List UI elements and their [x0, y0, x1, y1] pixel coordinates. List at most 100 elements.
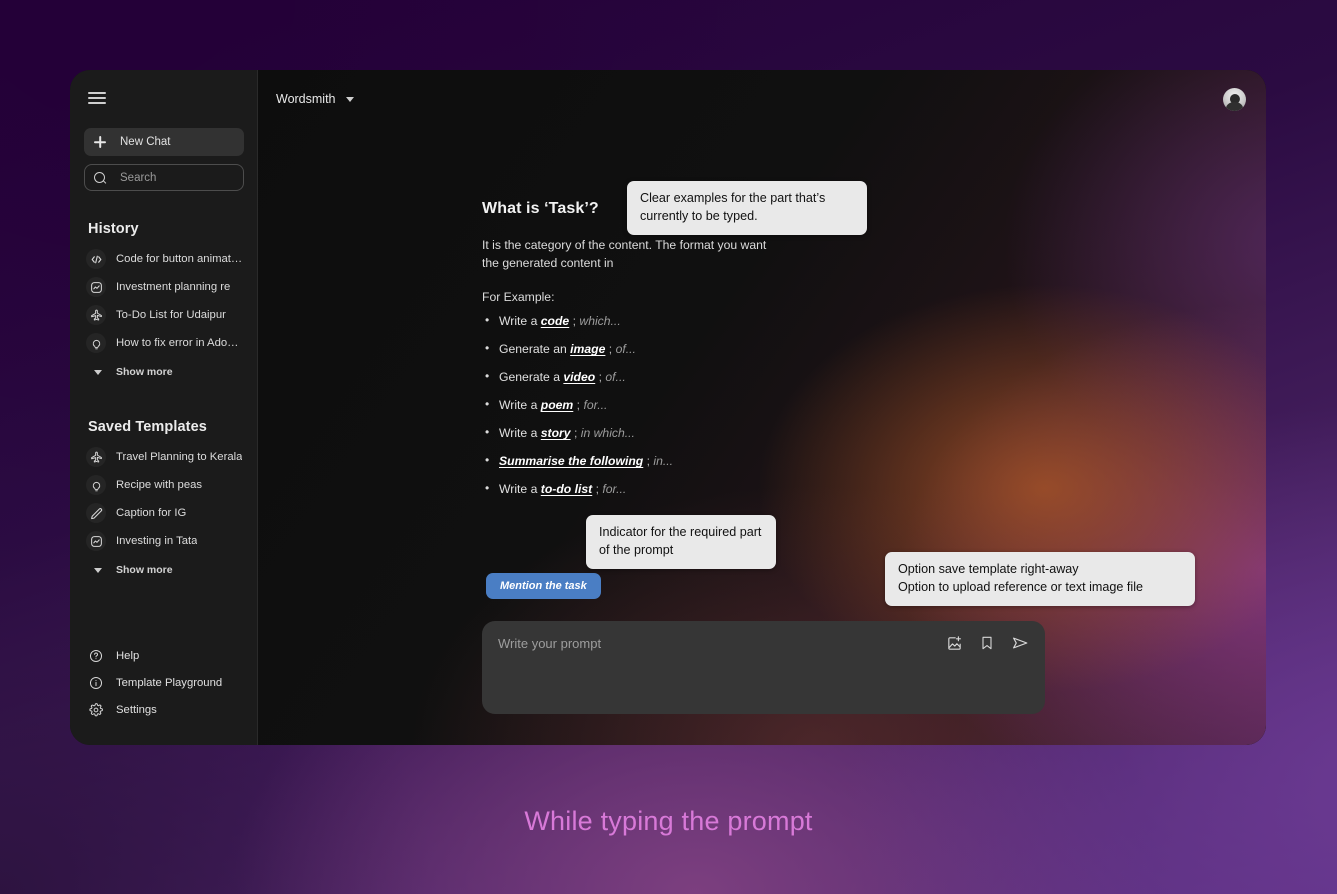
sidebar-bottom-nav: Help Template Playground Settings	[70, 642, 258, 745]
chevron-down-icon	[94, 567, 102, 573]
example-keyword: code	[540, 314, 570, 329]
search-placeholder: Search	[120, 171, 157, 184]
prompt-input[interactable]: Write your prompt	[482, 621, 1045, 714]
chart-icon	[86, 277, 106, 297]
sidebar-item-label: To-Do List for Udaipur	[116, 309, 226, 321]
example-prefix: Write a	[499, 426, 541, 441]
avatar[interactable]	[1223, 88, 1246, 111]
list-item: Write a story ; in which...	[482, 425, 902, 441]
example-tail: in...	[653, 454, 674, 469]
annotation-indicator: Indicator for the required part of the p…	[586, 515, 776, 569]
new-chat-label: New Chat	[120, 136, 171, 148]
sidebar-item-travel-planning-kerala[interactable]: Travel Planning to Kerala	[84, 443, 244, 471]
task-explainer: What is ‘Task’? It is the category of th…	[482, 200, 902, 510]
sidebar-item-label: Investing in Tata	[116, 535, 198, 547]
sidebar-item-label: Recipe with peas	[116, 479, 203, 491]
annotation-clear-examples: Clear examples for the part that’s curre…	[627, 181, 867, 235]
saved-templates-list: Travel Planning to Kerala Recipe with pe…	[84, 443, 244, 583]
lightbulb-icon	[86, 475, 106, 495]
list-item: Write a to-do list ; for...	[482, 481, 902, 497]
sidebar-item-investment-planning[interactable]: Investment planning re	[84, 273, 244, 301]
sidebar-item-todo-list-udaipur[interactable]: To-Do List for Udaipur	[84, 301, 244, 329]
sidebar-item-label: How to fix error in Adobe...	[116, 337, 244, 349]
example-prefix: Generate an	[499, 342, 571, 357]
example-tail: of...	[615, 342, 636, 357]
plane-icon	[86, 305, 106, 325]
saved-templates-section: Saved Templates Travel Planning to Keral…	[70, 385, 258, 583]
composer-actions	[946, 634, 1029, 657]
example-keyword: image	[570, 342, 606, 357]
topbar: Wordsmith	[258, 70, 1266, 128]
code-icon	[86, 249, 106, 269]
list-item: Write a poem ; for...	[482, 397, 902, 413]
list-item: Generate an image ; of...	[482, 341, 902, 357]
example-prefix: Write a	[499, 314, 541, 329]
example-keyword: to-do list	[540, 482, 593, 497]
example-prefix: Write a	[499, 398, 541, 413]
sidebar-item-investing-in-tata[interactable]: Investing in Tata	[84, 527, 244, 555]
lightbulb-icon	[86, 333, 106, 353]
example-tail: for...	[583, 398, 608, 413]
send-icon[interactable]	[1011, 634, 1029, 657]
example-tail: in which...	[580, 426, 635, 441]
for-example-label: For Example:	[482, 290, 555, 305]
sidebar-item-help[interactable]: Help	[84, 642, 244, 669]
question-circle-icon	[86, 646, 106, 666]
sidebar-item-caption-for-ig[interactable]: Caption for IG	[84, 499, 244, 527]
sidebar-item-fix-error-adobe[interactable]: How to fix error in Adobe...	[84, 329, 244, 357]
slide-caption: While typing the prompt	[524, 806, 813, 836]
example-keyword: poem	[540, 398, 574, 413]
info-circle-icon	[86, 673, 106, 693]
example-keyword: Summarise the following	[499, 454, 644, 469]
saved-templates-title: Saved Templates	[88, 419, 207, 435]
search-input[interactable]: Search	[84, 164, 244, 191]
sidebar: New Chat Search History Code for button …	[70, 70, 258, 745]
status-badge[interactable]: Mention the task	[486, 573, 601, 599]
example-keyword: story	[540, 426, 571, 441]
annotation-options: Option save template right-away Option t…	[885, 552, 1195, 606]
history-list: Code for button animation Investment pla…	[84, 245, 244, 385]
saved-templates-show-more-button[interactable]: Show more	[84, 557, 244, 583]
search-icon	[93, 171, 107, 185]
plus-icon	[92, 134, 108, 150]
chart-icon	[86, 531, 106, 551]
chevron-down-icon	[94, 369, 102, 375]
example-prefix: Generate a	[499, 370, 564, 385]
list-item: Summarise the following ; in...	[482, 453, 902, 469]
hamburger-icon[interactable]	[88, 92, 106, 104]
sidebar-item-label: Travel Planning to Kerala	[116, 451, 243, 463]
sidebar-item-label: Settings	[116, 703, 157, 716]
list-item: Write a code ; which...	[482, 313, 902, 329]
example-tail: which...	[579, 314, 621, 329]
list-item: Generate a video ; of...	[482, 369, 902, 385]
example-tail: for...	[602, 482, 627, 497]
sidebar-item-recipe-with-peas[interactable]: Recipe with peas	[84, 471, 244, 499]
example-list: Write a code ; which... Generate an imag…	[482, 313, 902, 497]
model-name: Wordsmith	[276, 92, 336, 106]
sidebar-item-label: Code for button animation	[116, 253, 244, 265]
history-title: History	[88, 221, 139, 237]
task-description: It is the category of the content. The f…	[482, 238, 767, 271]
sidebar-item-label: Template Playground	[116, 676, 223, 689]
example-prefix: Write a	[499, 482, 541, 497]
bookmark-icon[interactable]	[979, 635, 995, 656]
new-chat-button[interactable]: New Chat	[84, 128, 244, 156]
pencil-icon	[86, 503, 106, 523]
history-section: History Code for button animation Invest…	[70, 191, 258, 385]
sidebar-item-template-playground[interactable]: Template Playground	[84, 669, 244, 696]
sidebar-item-label: Help	[116, 649, 140, 662]
show-more-label: Show more	[116, 366, 173, 378]
example-tail: of...	[605, 370, 626, 385]
sidebar-item-code-for-button-animation[interactable]: Code for button animation	[84, 245, 244, 273]
plane-icon	[86, 447, 106, 467]
chevron-down-icon	[345, 96, 354, 102]
show-more-label: Show more	[116, 564, 173, 576]
history-show-more-button[interactable]: Show more	[84, 359, 244, 385]
sidebar-item-label: Caption for IG	[116, 507, 187, 519]
sidebar-item-settings[interactable]: Settings	[84, 696, 244, 723]
avatar-body	[1225, 102, 1244, 111]
model-selector[interactable]: Wordsmith	[276, 92, 354, 106]
sidebar-item-label: Investment planning re	[116, 281, 231, 293]
add-image-icon[interactable]	[946, 635, 963, 657]
prompt-placeholder: Write your prompt	[498, 636, 602, 651]
